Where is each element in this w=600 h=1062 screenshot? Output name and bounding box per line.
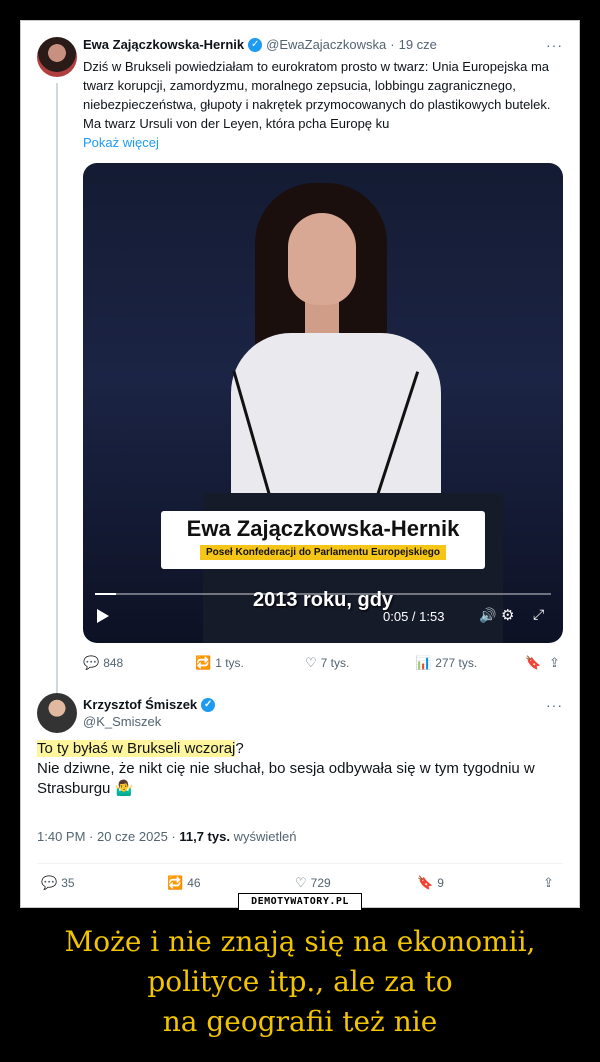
avatar[interactable]: [37, 37, 77, 77]
video-time: 0:05 / 1:53: [383, 609, 445, 624]
video-player[interactable]: Ewa Zajączkowska-Hernik Poseł Konfederac…: [83, 163, 563, 643]
heart-icon: ♡: [305, 655, 317, 670]
tweet-meta: 1:40 PM · 20 cze 2025 · 11,7 tys. wyświe…: [37, 829, 297, 844]
author-name[interactable]: Krzysztof Śmiszek: [83, 697, 197, 712]
share-icon: ⇪: [549, 655, 560, 670]
repost-icon: 🔁: [195, 655, 212, 670]
tweet-time[interactable]: 19 cze: [399, 37, 437, 53]
show-more-link[interactable]: Pokaż więcej: [83, 135, 159, 150]
author-handle[interactable]: @K_Smiszek: [83, 714, 215, 729]
like-button[interactable]: ♡ 729: [295, 875, 331, 891]
view-count: 11,7 tys.: [179, 829, 230, 844]
divider: [37, 863, 563, 864]
share-button[interactable]: ⇪: [543, 875, 554, 891]
demotivator-frame: Ewa Zajączkowska-Hernik ✓ @EwaZajaczkows…: [20, 20, 580, 908]
lower-third-name: Ewa Zajączkowska-Hernik: [186, 516, 460, 541]
reply-button[interactable]: 💬 848: [83, 655, 123, 671]
tweet-actions: 💬 35 🔁 46 ♡ 729 🔖 9 ⇪: [37, 875, 563, 895]
video-progress-fill: [95, 593, 116, 595]
bookmark-button[interactable]: 🔖: [525, 655, 541, 671]
share-icon: ⇪: [543, 875, 554, 890]
demotivator-caption: Może i nie znają się na ekonomii, polity…: [64, 925, 536, 1038]
bookmark-icon: 🔖: [525, 655, 542, 670]
video-progress-bar[interactable]: [95, 593, 551, 595]
verified-badge-icon: ✓: [201, 697, 216, 712]
tweet-timestamp[interactable]: 1:40 PM · 20 cze 2025 ·: [37, 829, 179, 844]
heart-icon: ♡: [295, 875, 307, 890]
repost-icon: 🔁: [167, 875, 184, 890]
more-options-icon[interactable]: ···: [546, 697, 563, 713]
play-icon[interactable]: [97, 609, 109, 623]
settings-gear-icon[interactable]: ⚙: [501, 606, 514, 624]
author-name[interactable]: Ewa Zajączkowska-Hernik: [83, 37, 244, 53]
avatar[interactable]: [37, 693, 77, 733]
volume-icon[interactable]: 🔊: [479, 607, 496, 624]
video-controls: 0:05 / 1:53 🔊 ⚙ ⤢: [83, 603, 563, 633]
reply-text: To ty byłaś w Brukseli wczoraj? Nie dziw…: [37, 740, 535, 797]
highlighted-text: To ty byłaś w Brukseli wczoraj: [37, 740, 236, 757]
lower-third: Ewa Zajączkowska-Hernik Poseł Konfederac…: [161, 511, 485, 569]
person-shrugging-emoji-icon: 🤷‍♂️: [114, 780, 134, 797]
tweet-actions: 💬 848 🔁 1 tys. ♡ 7 tys. 📊 277 tys. 🔖 ⇪: [83, 655, 563, 675]
views-chart-icon: 📊: [415, 655, 432, 670]
tweet-text: Dziś w Brukseli powiedziałam to eurokrat…: [83, 59, 551, 150]
views-button[interactable]: 📊 277 tys.: [415, 655, 477, 671]
reply-icon: 💬: [41, 875, 58, 890]
like-button[interactable]: ♡ 7 tys.: [305, 655, 349, 671]
speaker-face: [288, 213, 356, 305]
reply-icon: 💬: [83, 655, 100, 670]
fullscreen-icon[interactable]: ⤢: [533, 606, 544, 623]
reply-button[interactable]: 💬 35: [41, 875, 75, 891]
verified-badge-icon: ✓: [248, 38, 263, 52]
bookmark-icon: 🔖: [417, 875, 434, 890]
more-options-icon[interactable]: ···: [546, 37, 563, 53]
repost-button[interactable]: 🔁 46: [167, 875, 201, 891]
lower-third-role: Poseł Konfederacji do Parlamentu Europej…: [200, 545, 446, 560]
author-handle[interactable]: @EwaZajaczkowska: [266, 37, 386, 53]
share-button[interactable]: ⇪: [549, 655, 560, 671]
bookmark-button[interactable]: 🔖 9: [417, 875, 444, 891]
watermark: DEMOTYWATORY.PL: [238, 893, 362, 911]
reply-header: Krzysztof Śmiszek ✓ @K_Smiszek: [83, 697, 216, 729]
thread-line: [56, 83, 58, 711]
tweet-header: Ewa Zajączkowska-Hernik ✓ @EwaZajaczkows…: [83, 37, 437, 53]
repost-button[interactable]: 🔁 1 tys.: [195, 655, 244, 671]
